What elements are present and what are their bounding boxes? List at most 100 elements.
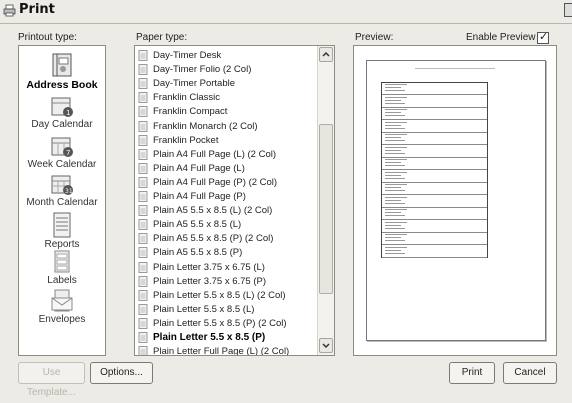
address-book-icon [52, 53, 72, 77]
paper-type-item[interactable]: Franklin Classic [135, 91, 317, 104]
paper-type-item[interactable]: Plain A5 5.5 x 8.5 (L) (2 Col) [135, 204, 317, 217]
paper-type-item[interactable]: Plain Letter 5.5 x 8.5 (P) (2 Col) [135, 317, 317, 330]
preview-text-line [385, 190, 405, 191]
printout-item-day-calendar[interactable]: 1 Day Calendar [19, 96, 105, 130]
paper-type-label: Plain Letter 5.5 x 8.5 (P) [153, 332, 266, 343]
cancel-button[interactable]: Cancel [503, 362, 557, 384]
paper-type-item[interactable]: Plain Letter 5.5 x 8.5 (L) (2 Col) [135, 289, 317, 302]
preview-page [366, 60, 546, 341]
preview-entry [382, 96, 487, 108]
paper-icon [138, 92, 148, 104]
paper-icon [138, 289, 148, 301]
preview-text-line [385, 149, 401, 151]
preview-entry [382, 158, 487, 170]
printout-item-address-book[interactable]: Address Book [19, 52, 105, 91]
checkmark-icon: ✓ [539, 31, 549, 43]
printout-item-month-calendar[interactable]: 31 Month Calendar [19, 174, 105, 208]
paper-type-item[interactable]: Plain A4 Full Page (L) (2 Col) [135, 148, 317, 161]
preview-entry [382, 208, 487, 220]
paper-type-item[interactable]: Franklin Pocket [135, 134, 317, 147]
paper-icon [138, 191, 148, 202]
preview-text-line [385, 96, 407, 98]
paper-type-item[interactable]: Plain A5 5.5 x 8.5 (P) (2 Col) [135, 232, 317, 245]
paper-icon [138, 176, 148, 188]
printout-item-reports[interactable]: Reports [19, 212, 105, 250]
paper-type-label: Franklin Monarch (2 Col) [153, 120, 258, 132]
paper-type-label: Plain Letter 3.75 x 6.75 (P) [153, 275, 267, 287]
paper-type-item[interactable]: Plain A5 5.5 x 8.5 (L) [135, 218, 317, 231]
preview-text-line [385, 240, 405, 241]
printout-item-envelopes[interactable]: Envelopes [19, 289, 105, 325]
paper-type-item[interactable]: Plain Letter 3.75 x 6.75 (L) [135, 261, 317, 274]
paper-type-label: Plain A5 5.5 x 8.5 (P) [153, 247, 243, 259]
chevron-down-icon [322, 343, 330, 349]
enable-preview-label[interactable]: Enable Preview [466, 32, 535, 43]
paper-type-item[interactable]: Plain Letter 5.5 x 8.5 (P) [135, 331, 317, 344]
scroll-down-button[interactable] [319, 338, 333, 353]
printout-type-list[interactable]: Address Book 1 Day Calendar 7 Week Calen… [18, 45, 106, 356]
paper-type-list[interactable]: Day-Timer Desk Day-Timer Folio (2 Col) Day… [134, 45, 335, 356]
printer-icon [3, 4, 16, 17]
printout-type-label: Printout type: [18, 32, 77, 43]
enable-preview-checkbox[interactable]: ✓ [537, 31, 549, 44]
preview-text-line [385, 171, 407, 173]
paper-list-scrollbar[interactable] [317, 46, 334, 355]
scroll-thumb[interactable] [319, 124, 333, 294]
paper-type-item[interactable]: Plain Letter 5.5 x 8.5 (L) [135, 303, 317, 316]
paper-type-item[interactable]: Plain A4 Full Page (P) (2 Col) [135, 176, 317, 189]
scroll-up-button[interactable] [319, 47, 333, 62]
paper-icon [138, 332, 148, 343]
paper-type-label: Franklin Classic [153, 92, 221, 104]
month-calendar-icon: 31 [51, 175, 73, 195]
use-template-button[interactable]: Use Template... [18, 362, 85, 398]
preview-entry [382, 121, 487, 133]
paper-type-item[interactable]: Day-Timer Portable [135, 77, 317, 90]
preview-text-line [385, 165, 405, 166]
preview-text-line [385, 137, 401, 138]
reports-icon [53, 212, 71, 238]
paper-icon [138, 162, 148, 174]
preview-text-line [385, 227, 405, 229]
paper-type-item[interactable]: Plain A5 5.5 x 8.5 (P) [135, 246, 317, 259]
paper-type-label: Day-Timer Desk [153, 50, 222, 61]
preview-text-line [385, 121, 407, 123]
preview-text-line [385, 237, 401, 238]
options-button[interactable]: Options... [90, 362, 153, 384]
preview-entry [382, 233, 487, 245]
paper-type-item[interactable]: Day-Timer Desk [135, 49, 317, 62]
week-calendar-icon: 7 [51, 137, 73, 157]
paper-type-label: Plain A5 5.5 x 8.5 (L) (2 Col) [153, 205, 273, 217]
paper-icon [138, 148, 148, 160]
printout-item-week-calendar[interactable]: 7 Week Calendar [19, 136, 105, 170]
preview-text-line [385, 146, 407, 148]
paper-type-item[interactable]: Day-Timer Folio (2 Col) [135, 63, 317, 76]
svg-text:7: 7 [66, 149, 70, 157]
paper-type-label: Paper type: [136, 32, 188, 43]
paper-icon [138, 205, 148, 217]
printout-item-label: Address Book [26, 79, 98, 91]
preview-text-line [385, 152, 405, 154]
preview-entry [382, 171, 487, 183]
paper-type-label: Plain Letter Full Page (L) (2 Col) [153, 346, 290, 356]
print-button[interactable]: Print [449, 362, 495, 384]
preview-text-line [385, 99, 401, 101]
paper-type-label: Plain Letter 5.5 x 8.5 (P) (2 Col) [153, 317, 287, 329]
preview-text-line [385, 174, 401, 176]
paper-type-item[interactable]: Franklin Compact [135, 105, 317, 118]
paper-type-item[interactable]: Plain Letter 3.75 x 6.75 (P) [135, 275, 317, 288]
paper-type-item[interactable]: Franklin Monarch (2 Col) [135, 120, 317, 133]
paper-icon [138, 346, 148, 355]
preview-text-line [385, 134, 407, 135]
printout-item-labels[interactable]: Labels [19, 250, 105, 286]
close-icon[interactable] [564, 3, 572, 17]
preview-entry [382, 221, 487, 233]
preview-entry [382, 83, 487, 95]
preview-entry [382, 183, 487, 195]
preview-header-line [415, 68, 495, 69]
preview-text-line [385, 87, 401, 88]
printout-item-label: Day Calendar [31, 119, 93, 130]
paper-type-item[interactable]: Plain A4 Full Page (L) [135, 162, 317, 175]
paper-type-label: Day-Timer Portable [153, 78, 236, 90]
paper-type-item[interactable]: Plain Letter Full Page (L) (2 Col) [135, 345, 317, 356]
paper-type-item[interactable]: Plain A4 Full Page (P) [135, 190, 317, 203]
